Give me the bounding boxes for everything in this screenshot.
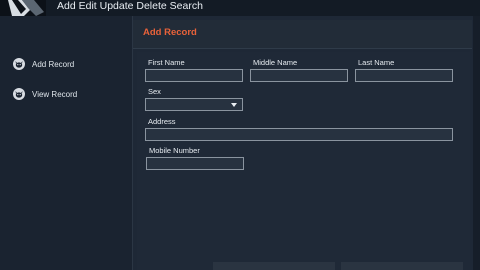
first-name-label: First Name: [148, 58, 185, 67]
sidebar: Add Record View Record: [0, 16, 132, 270]
page-title: Add Record: [143, 27, 197, 38]
sex-label: Sex: [148, 87, 161, 96]
last-name-field[interactable]: [355, 69, 453, 82]
middle-name-label: Middle Name: [253, 58, 298, 67]
app-logo-icon: [0, 0, 46, 16]
chevron-down-icon: [231, 103, 237, 107]
address-field[interactable]: [145, 128, 453, 141]
sidebar-item-add-record[interactable]: Add Record: [13, 57, 74, 71]
sidebar-item-label: Add Record: [32, 59, 75, 69]
cat-icon: [13, 58, 25, 70]
last-name-label: Last Name: [358, 58, 395, 67]
address-label: Address: [148, 117, 176, 126]
sidebar-item-view-record[interactable]: View Record: [13, 87, 77, 101]
mobile-number-label: Mobile Number: [149, 146, 200, 155]
sex-dropdown[interactable]: [145, 98, 243, 111]
bottom-button-partial[interactable]: [341, 262, 463, 270]
right-edge-strip: [473, 16, 480, 270]
title-bar: Add Edit Update Delete Search: [0, 0, 480, 16]
sidebar-item-label: View Record: [32, 89, 78, 99]
mobile-number-field[interactable]: [146, 157, 244, 170]
bottom-button-partial[interactable]: [213, 262, 335, 270]
first-name-field[interactable]: [145, 69, 243, 82]
cat-icon: [13, 88, 25, 100]
middle-name-field[interactable]: [250, 69, 348, 82]
window-title: Add Edit Update Delete Search: [57, 0, 203, 12]
content-header: Add Record: [133, 20, 472, 49]
